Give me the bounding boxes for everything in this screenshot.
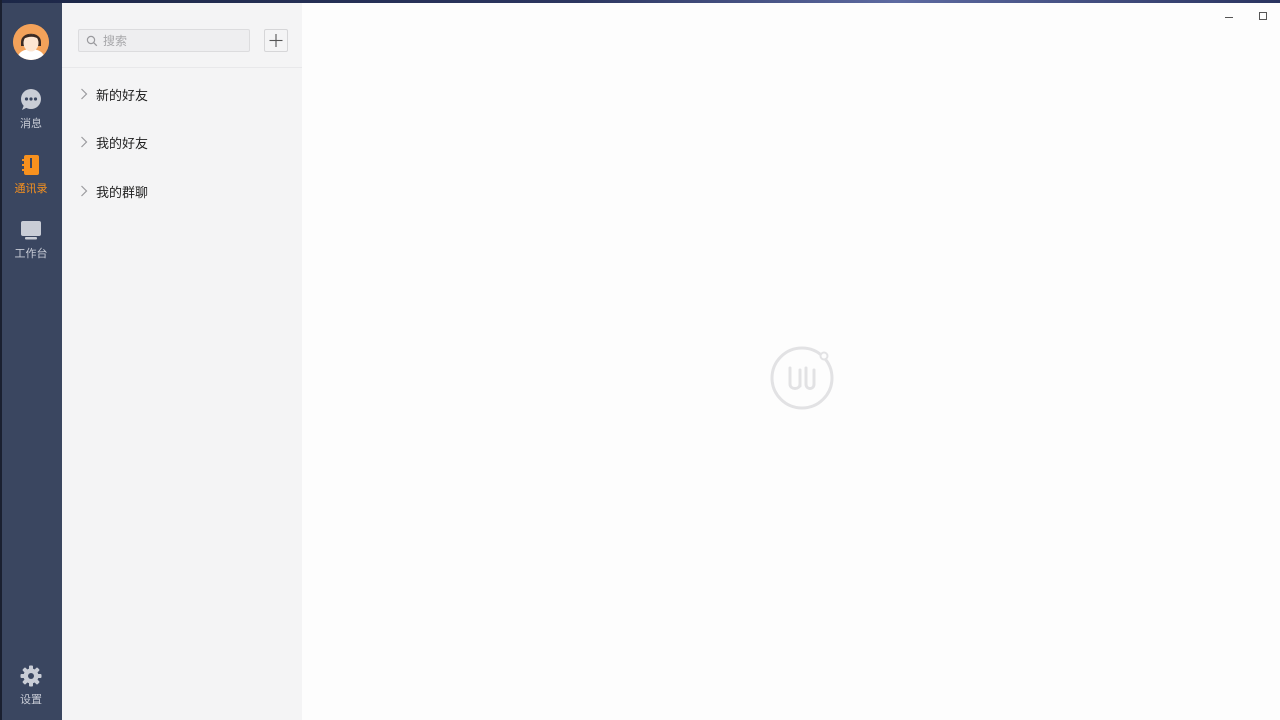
minimize-button[interactable] [1216, 7, 1242, 27]
avatar[interactable] [13, 24, 49, 60]
contact-group-label: 新的好友 [96, 89, 149, 104]
app-logo-watermark-icon [770, 346, 834, 410]
contact-group-my-friends[interactable]: 我的好友 [62, 128, 302, 156]
contacts-book-icon [22, 155, 39, 175]
nav-rail: 消息 通讯录 工作台 设置 [0, 3, 62, 720]
contact-group-label: 我的好友 [96, 137, 149, 152]
search-box[interactable] [78, 29, 250, 52]
nav-item-workbench[interactable]: 工作台 [0, 218, 62, 268]
nav-label-workbench: 工作台 [14, 247, 48, 260]
minimize-icon [1225, 17, 1233, 18]
search-icon [86, 35, 98, 47]
contact-group-my-groups[interactable]: 我的群聊 [62, 177, 302, 205]
panel-header [62, 3, 302, 68]
app-window: 消息 通讯录 工作台 设置 搜索 新的好友 我的好友 我的群聊 [0, 0, 1280, 720]
window-left-edge [0, 0, 2, 720]
nav-item-messages[interactable]: 消息 [0, 88, 62, 138]
chevron-right-icon [81, 185, 88, 197]
contact-group-label: 我的群聊 [96, 186, 149, 201]
main-content-area [302, 3, 1280, 720]
search-input[interactable] [103, 30, 243, 51]
contact-group-new-friends[interactable]: 新的好友 [62, 80, 302, 108]
chat-icon [21, 89, 41, 110]
gear-icon [20, 665, 42, 687]
nav-label-contacts: 通讯录 [14, 182, 48, 195]
maximize-button[interactable] [1250, 7, 1276, 27]
chevron-right-icon [81, 88, 88, 100]
nav-item-settings[interactable]: 设置 [0, 664, 62, 714]
nav-item-contacts[interactable]: 通讯录 [0, 153, 62, 203]
nav-label-settings: 设置 [20, 693, 42, 706]
chevron-right-icon [81, 136, 88, 148]
contacts-panel: 新的好友 我的好友 我的群聊 [62, 3, 302, 720]
workbench-icon [21, 221, 41, 240]
maximize-icon [1259, 12, 1267, 20]
plus-icon [269, 34, 283, 47]
nav-label-messages: 消息 [20, 117, 42, 130]
add-contact-button[interactable] [264, 29, 288, 52]
